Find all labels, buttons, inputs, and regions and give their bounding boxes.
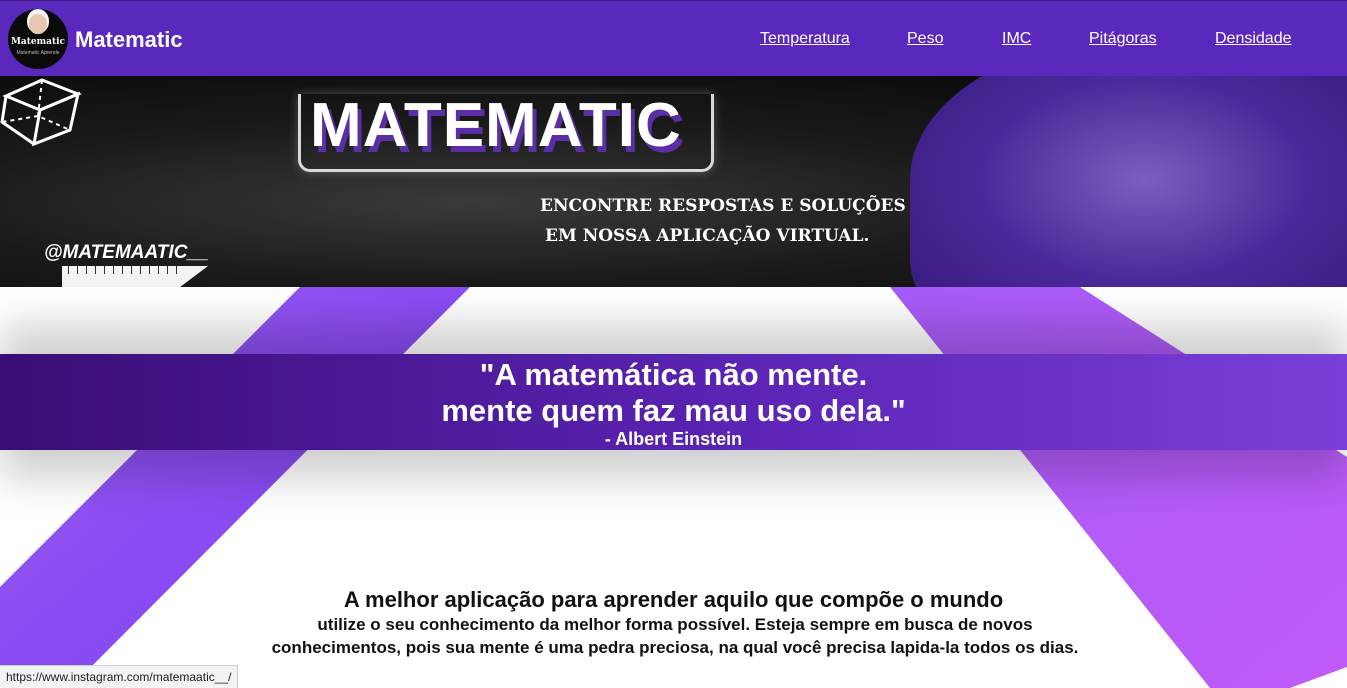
nav-link-imc[interactable]: IMC: [1002, 30, 1031, 48]
quote-author: - Albert Einstein: [604, 429, 743, 449]
nav-link-densidade[interactable]: Densidade: [1215, 30, 1292, 48]
nav-link-pitagoras[interactable]: Pitágoras: [1089, 30, 1157, 48]
banner-title: MATEMATIC: [310, 91, 682, 160]
instagram-handle[interactable]: @MATEMAATIC__: [44, 242, 209, 264]
banner-subtitle-line1: ENCONTRE RESPOSTAS E SOLUÇÕES: [540, 196, 906, 216]
banner-purple-smoke: [910, 76, 1347, 287]
ruler-icon: [62, 266, 208, 287]
nav-link-temperatura[interactable]: Temperatura: [760, 30, 850, 48]
tagline-heading: A melhor aplicação para aprender aquilo …: [343, 587, 1004, 612]
banner-subtitle-line2: EM NOSSA APLICAÇÃO VIRTUAL.: [545, 226, 870, 246]
quote-band: "A matemática não mente. mente quem faz …: [0, 354, 1347, 450]
hero-banner: MATEMATIC ENCONTRE RESPOSTAS E SOLUÇÕES …: [0, 76, 1347, 287]
banner-subtitle: ENCONTRE RESPOSTAS E SOLUÇÕES EM NOSSA A…: [540, 191, 906, 251]
quote-line2: mente quem faz mau uso dela.": [441, 393, 906, 428]
navbar: Matematic Matematic Aprende Matematic Te…: [0, 0, 1347, 76]
description-text: utilize o seu conhecimento da melhor for…: [271, 615, 1079, 657]
status-bar-url: https://www.instagram.com/matemaatic__/: [0, 665, 239, 688]
nav-links: Temperatura Peso IMC Pitágoras Densidade: [0, 30, 1347, 52]
cube-icon: [0, 78, 82, 147]
quote-line1: "A matemática não mente.: [479, 357, 868, 392]
nav-link-peso[interactable]: Peso: [907, 30, 943, 48]
